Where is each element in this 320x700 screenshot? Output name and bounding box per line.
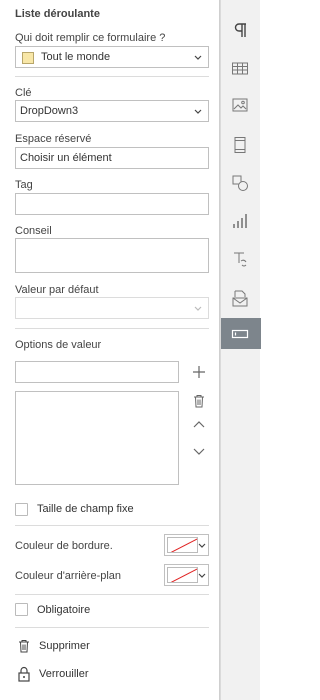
fixed-size-checkbox[interactable] — [15, 503, 28, 516]
value-options-list[interactable] — [15, 391, 179, 485]
lock-button[interactable]: Verrouiller — [15, 665, 135, 685]
tip-label: Conseil — [15, 225, 52, 237]
add-option-icon[interactable] — [192, 365, 206, 382]
lock-icon — [17, 666, 31, 685]
tag-input[interactable] — [15, 193, 209, 215]
table-settings-tab[interactable] — [221, 52, 261, 84]
placeholder-value: Choisir un élément — [20, 152, 112, 164]
separator — [15, 525, 209, 526]
lock-label: Verrouiller — [39, 668, 89, 680]
move-down-icon[interactable] — [192, 446, 206, 459]
separator — [15, 627, 209, 628]
trash-icon[interactable] — [193, 394, 205, 411]
default-value-label: Valeur par défaut — [15, 284, 99, 296]
delete-label: Supprimer — [39, 640, 90, 652]
mail-merge-settings-tab[interactable] — [221, 281, 261, 313]
tip-textarea[interactable] — [15, 238, 209, 273]
placeholder-input[interactable]: Choisir un élément — [15, 147, 209, 169]
key-value: DropDown3 — [20, 105, 79, 117]
separator — [15, 328, 209, 329]
chart-settings-tab[interactable] — [221, 204, 261, 236]
header-footer-settings-tab[interactable] — [221, 128, 261, 160]
value-option-input[interactable] — [15, 361, 179, 383]
chevron-down-icon — [193, 51, 203, 63]
border-color-picker[interactable] — [164, 534, 209, 556]
image-icon — [232, 98, 248, 112]
move-up-icon[interactable] — [192, 420, 206, 433]
border-color-label: Couleur de bordure. — [15, 540, 113, 552]
text-art-icon — [234, 252, 247, 267]
chevron-down-icon — [198, 540, 206, 550]
no-color-swatch — [167, 567, 198, 583]
who-fills-label: Qui doit remplir ce formulaire ? — [15, 32, 166, 44]
fixed-size-label: Taille de champ fixe — [37, 503, 134, 515]
default-value-select[interactable] — [15, 297, 209, 319]
shape-icon — [232, 175, 248, 191]
delete-button[interactable]: Supprimer — [15, 637, 135, 655]
background-color-label: Couleur d'arrière-plan — [15, 570, 122, 582]
header-footer-icon — [234, 137, 246, 153]
required-checkbox[interactable] — [15, 603, 28, 616]
required-label: Obligatoire — [37, 604, 91, 616]
form-settings-panel: Liste déroulante Qui doit remplir ce for… — [0, 0, 220, 700]
no-color-swatch — [167, 537, 198, 553]
paragraph-settings-tab[interactable] — [221, 14, 261, 46]
separator — [15, 594, 209, 595]
table-icon — [232, 62, 248, 75]
text-art-settings-tab[interactable] — [221, 243, 261, 275]
who-fills-value: Tout le monde — [41, 51, 111, 63]
panel-title: Liste déroulante — [15, 8, 100, 20]
chevron-down-icon — [198, 570, 206, 580]
form-settings-icon — [231, 329, 249, 339]
value-options-label: Options de valeur — [15, 339, 102, 351]
paragraph-icon — [234, 23, 246, 37]
separator — [15, 76, 209, 77]
chevron-down-icon — [193, 105, 203, 117]
role-color-swatch — [22, 52, 34, 64]
tag-label: Tag — [15, 179, 33, 191]
key-select[interactable]: DropDown3 — [15, 100, 209, 122]
trash-icon — [18, 639, 30, 656]
background-color-picker[interactable] — [164, 564, 209, 586]
placeholder-label: Espace réservé — [15, 133, 92, 145]
right-toolbar — [220, 0, 261, 700]
mail-merge-icon — [232, 290, 248, 307]
key-label: Clé — [15, 87, 32, 99]
form-settings-tab[interactable] — [221, 318, 261, 349]
image-settings-tab[interactable] — [221, 89, 261, 121]
chart-icon — [233, 214, 247, 228]
chevron-down-icon — [193, 302, 203, 314]
shape-settings-tab[interactable] — [221, 166, 261, 198]
who-fills-select[interactable]: Tout le monde — [15, 46, 209, 68]
